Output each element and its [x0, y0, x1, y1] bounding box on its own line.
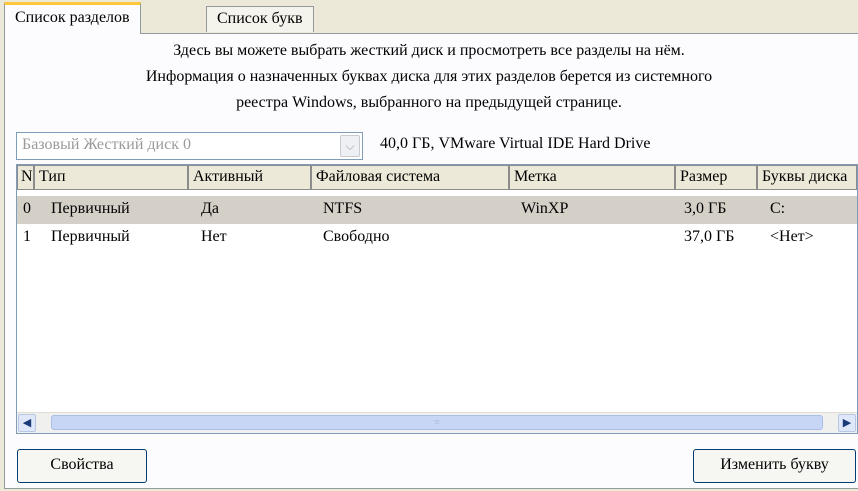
table-row[interactable]: 1 Первичный Нет Свободно 37,0 ГБ <Нет> — [17, 224, 857, 252]
cell-label: WinXP — [521, 200, 569, 217]
change-letter-button[interactable]: Изменить букву — [693, 449, 856, 483]
description-line: Информация о назначенных буквах диска дл… — [145, 68, 713, 85]
disk-select[interactable]: Базовый Жесткий диск 0 ⌵ — [16, 132, 363, 160]
description-line: реестра Windows, выбранного на предыдуще… — [236, 94, 622, 111]
cell-n: 1 — [23, 228, 31, 245]
column-header-type[interactable]: Тип — [34, 165, 188, 190]
tab-label: Список разделов — [15, 9, 130, 26]
column-header-filesystem[interactable]: Файловая система — [311, 165, 509, 190]
cell-n: 0 — [23, 200, 31, 217]
table-row[interactable]: 0 Первичный Да NTFS WinXP 3,0 ГБ C: — [17, 196, 857, 224]
chevron-left-icon[interactable]: ◀ — [18, 414, 36, 432]
horizontal-scrollbar[interactable]: ◀ ≡ ▶ — [17, 412, 857, 433]
tab-partition-list[interactable]: Список разделов — [4, 2, 141, 34]
column-header-label[interactable]: Метка — [509, 165, 675, 190]
column-header-letters[interactable]: Буквы диска — [757, 165, 857, 190]
cell-type: Первичный — [51, 200, 130, 217]
partition-table[interactable]: N Тип Активный Файловая система Метка Ра… — [16, 164, 858, 434]
cell-active: Да — [201, 200, 220, 217]
description-line: Здесь вы можете выбрать жесткий диск и п… — [173, 42, 685, 59]
properties-button[interactable]: Свойства — [17, 449, 147, 483]
tab-label: Список букв — [217, 10, 303, 27]
chevron-right-icon[interactable]: ▶ — [838, 414, 856, 432]
disk-info: 40,0 ГБ, VMware Virtual IDE Hard Drive — [380, 135, 651, 152]
cell-filesystem: NTFS — [323, 200, 363, 217]
description: Здесь вы можете выбрать жесткий диск и п… — [0, 38, 858, 116]
cell-size: 3,0 ГБ — [684, 200, 727, 217]
disk-select-value: Базовый Жесткий диск 0 — [22, 136, 191, 153]
chevron-down-icon[interactable]: ⌵ — [340, 135, 360, 157]
cell-filesystem: Свободно — [323, 228, 390, 245]
column-header-n[interactable]: N — [17, 165, 34, 190]
column-header-size[interactable]: Размер — [675, 165, 757, 190]
cell-type: Первичный — [51, 228, 130, 245]
tab-letter-list[interactable]: Список букв — [206, 6, 314, 32]
column-header-active[interactable]: Активный — [188, 165, 311, 190]
cell-letters: <Нет> — [770, 228, 814, 245]
cell-size: 37,0 ГБ — [684, 228, 735, 245]
scrollbar-thumb[interactable]: ≡ — [51, 415, 823, 430]
cell-letters: C: — [770, 200, 786, 217]
cell-active: Нет — [201, 228, 227, 245]
